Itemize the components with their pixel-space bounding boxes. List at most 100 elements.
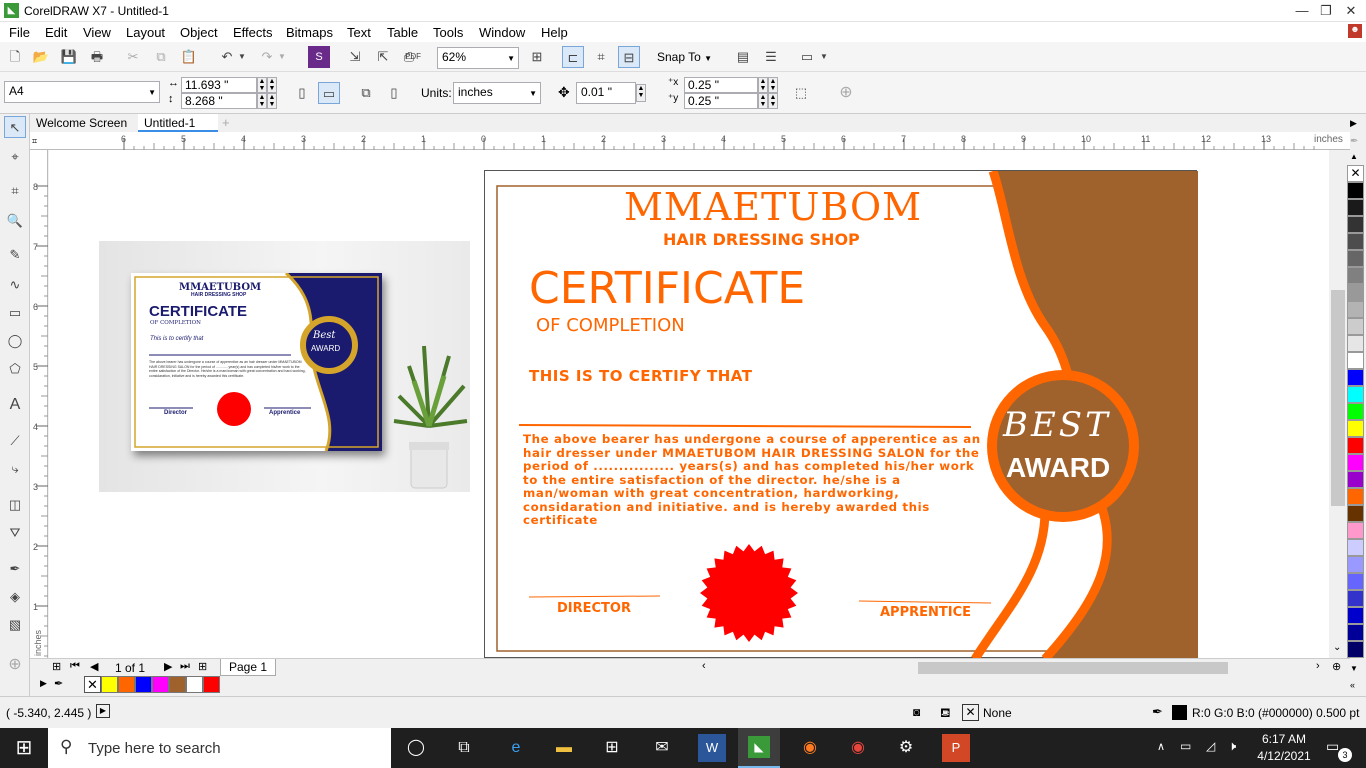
- palette-swatch[interactable]: [1347, 369, 1364, 386]
- settings-icon[interactable]: ⚙: [892, 734, 920, 762]
- palette-scroll-up[interactable]: ▶: [1350, 118, 1357, 129]
- palette-swatch[interactable]: [1347, 267, 1364, 284]
- drop-shadow-icon[interactable]: ◫: [4, 494, 26, 516]
- quick-customize-icon[interactable]: ⊕: [835, 82, 857, 104]
- nudge-spinner[interactable]: ▲ ▼: [636, 84, 646, 102]
- add-page-after-icon[interactable]: ⊞: [198, 660, 207, 673]
- publish-pdf-icon[interactable]: PDF: [402, 46, 424, 68]
- hscroll-right-icon[interactable]: ›: [1316, 660, 1320, 672]
- dup-y-spinner-b[interactable]: ▲ ▼: [768, 93, 778, 109]
- chrome-icon[interactable]: ◉: [844, 734, 872, 762]
- taskbar-search[interactable]: ⚲ Type here to search: [48, 728, 391, 768]
- menu-tools[interactable]: Tools: [433, 25, 463, 40]
- page-tab[interactable]: Page 1: [220, 659, 277, 676]
- palette-swatch[interactable]: [1347, 607, 1364, 624]
- clock-time[interactable]: 6:17 AM: [1258, 732, 1310, 746]
- new-tab-icon[interactable]: +: [222, 115, 230, 130]
- zoom-tool-icon[interactable]: 🔍: [4, 210, 26, 232]
- page-width-field[interactable]: 11.693 ": [181, 77, 257, 93]
- tab-welcome-screen[interactable]: Welcome Screen: [30, 114, 133, 132]
- nudge-field[interactable]: 0.01 ": [576, 82, 636, 104]
- palette-swatch[interactable]: [1347, 437, 1364, 454]
- task-view-icon[interactable]: ⧉: [450, 734, 478, 762]
- polygon-tool-icon[interactable]: ⬠: [4, 358, 26, 380]
- portrait-icon[interactable]: ▯: [291, 82, 313, 104]
- first-page-icon[interactable]: ⏮: [70, 660, 80, 673]
- scroll-thumb[interactable]: [1331, 290, 1345, 506]
- store-icon[interactable]: ⊞: [598, 734, 626, 762]
- palette-swatch[interactable]: [1347, 488, 1364, 505]
- export-icon[interactable]: ⇱: [372, 46, 394, 68]
- palette-swatch[interactable]: [1347, 454, 1364, 471]
- smart-fill-icon[interactable]: ▧: [4, 614, 26, 636]
- undo-icon[interactable]: ↶: [216, 46, 238, 68]
- menu-edit[interactable]: Edit: [45, 25, 67, 40]
- welcome-screen-icon[interactable]: ▭: [796, 46, 818, 68]
- mockup-image[interactable]: MMAETUBOM HAIR DRESSING SHOP CERTIFICATE…: [99, 241, 470, 492]
- palette-pick-icon[interactable]: ✒: [1350, 136, 1358, 147]
- grid-icon[interactable]: ⌗: [590, 46, 612, 68]
- rulers-icon[interactable]: ⊏: [562, 46, 584, 68]
- mail-icon[interactable]: ✉: [648, 734, 676, 762]
- doc-palette-swatch[interactable]: [186, 676, 203, 693]
- height-spinner[interactable]: ▲ ▼: [257, 93, 267, 109]
- all-pages-icon[interactable]: ⧉: [355, 82, 377, 104]
- menu-view[interactable]: View: [83, 25, 111, 40]
- interactive-fill-icon[interactable]: ◈: [4, 586, 26, 608]
- print-icon[interactable]: 🖶: [86, 46, 108, 68]
- eyedropper-tool-icon[interactable]: ✒: [4, 558, 26, 580]
- outline-pen-icon[interactable]: ✒: [1152, 704, 1163, 720]
- cut-icon[interactable]: ✂: [122, 46, 144, 68]
- snap-to-dropdown[interactable]: Snap To ▼: [657, 50, 712, 64]
- palette-swatch[interactable]: [1347, 522, 1364, 539]
- transparency-tool-icon[interactable]: ⛛: [4, 522, 26, 544]
- no-color-swatch[interactable]: ✕: [1347, 165, 1364, 182]
- hscroll-left-icon[interactable]: ‹: [702, 660, 706, 672]
- menu-table[interactable]: Table: [387, 25, 418, 40]
- page-size-select[interactable]: A4 ▼: [4, 81, 160, 103]
- palette-swatch[interactable]: [1347, 352, 1364, 369]
- redo-icon[interactable]: ↷: [256, 46, 278, 68]
- crop-tool-icon[interactable]: ⌗: [4, 180, 26, 202]
- close-button[interactable]: ✕: [1336, 0, 1366, 22]
- file-explorer-icon[interactable]: ▬: [550, 734, 578, 762]
- landscape-icon[interactable]: ▭: [318, 82, 340, 104]
- shape-tool-icon[interactable]: ⌖: [4, 146, 26, 168]
- palette-swatch[interactable]: [1347, 471, 1364, 488]
- palette-scroll-down[interactable]: ▼: [1350, 664, 1358, 673]
- palette-swatch[interactable]: [1347, 318, 1364, 335]
- search-content-icon[interactable]: S: [308, 46, 330, 68]
- zoom-to-page-icon[interactable]: ⊞: [526, 46, 548, 68]
- options-icon[interactable]: ▤: [732, 46, 754, 68]
- firefox-icon[interactable]: ◉: [796, 734, 824, 762]
- palette-swatch[interactable]: [1347, 250, 1364, 267]
- word-icon[interactable]: W: [698, 734, 726, 762]
- palette-swatch[interactable]: [1347, 641, 1364, 658]
- powerpoint-icon[interactable]: P: [942, 734, 970, 762]
- certificate-page[interactable]: MMAETUBOM HAIR DRESSING SHOP CERTIFICATE…: [484, 170, 1198, 658]
- add-page-icon[interactable]: ⊞: [52, 660, 61, 673]
- menu-object[interactable]: Object: [180, 25, 218, 40]
- prev-page-icon[interactable]: ◀: [90, 660, 98, 673]
- undo-dropdown-icon[interactable]: ▼: [236, 46, 248, 68]
- height-spinner-b[interactable]: ▲ ▼: [267, 93, 277, 109]
- account-icon[interactable]: ☻: [1348, 24, 1362, 38]
- next-page-icon[interactable]: ▶: [164, 660, 172, 673]
- menu-bitmaps[interactable]: Bitmaps: [286, 25, 333, 40]
- open-icon[interactable]: 📂: [30, 46, 52, 68]
- edge-icon[interactable]: e: [502, 734, 530, 762]
- add-tool-icon[interactable]: ⊕: [4, 654, 26, 676]
- dup-x-spinner-b[interactable]: ▲ ▼: [768, 77, 778, 93]
- scroll-down-icon[interactable]: ⌄: [1333, 642, 1341, 653]
- palette-swatch[interactable]: [1347, 199, 1364, 216]
- palette-swatch[interactable]: [1347, 505, 1364, 522]
- doc-palette-swatch[interactable]: [118, 676, 135, 693]
- paste-icon[interactable]: 📋: [178, 46, 200, 68]
- menu-text[interactable]: Text: [347, 25, 371, 40]
- page-height-field[interactable]: 8.268 ": [181, 93, 257, 109]
- palette-swatch[interactable]: [1347, 624, 1364, 641]
- palette-scroll-icon[interactable]: ▲: [1350, 152, 1358, 161]
- doc-palette-swatch[interactable]: [169, 676, 186, 693]
- launcher-dropdown-icon[interactable]: ▼: [818, 46, 830, 68]
- doc-palette-swatch[interactable]: [203, 676, 220, 693]
